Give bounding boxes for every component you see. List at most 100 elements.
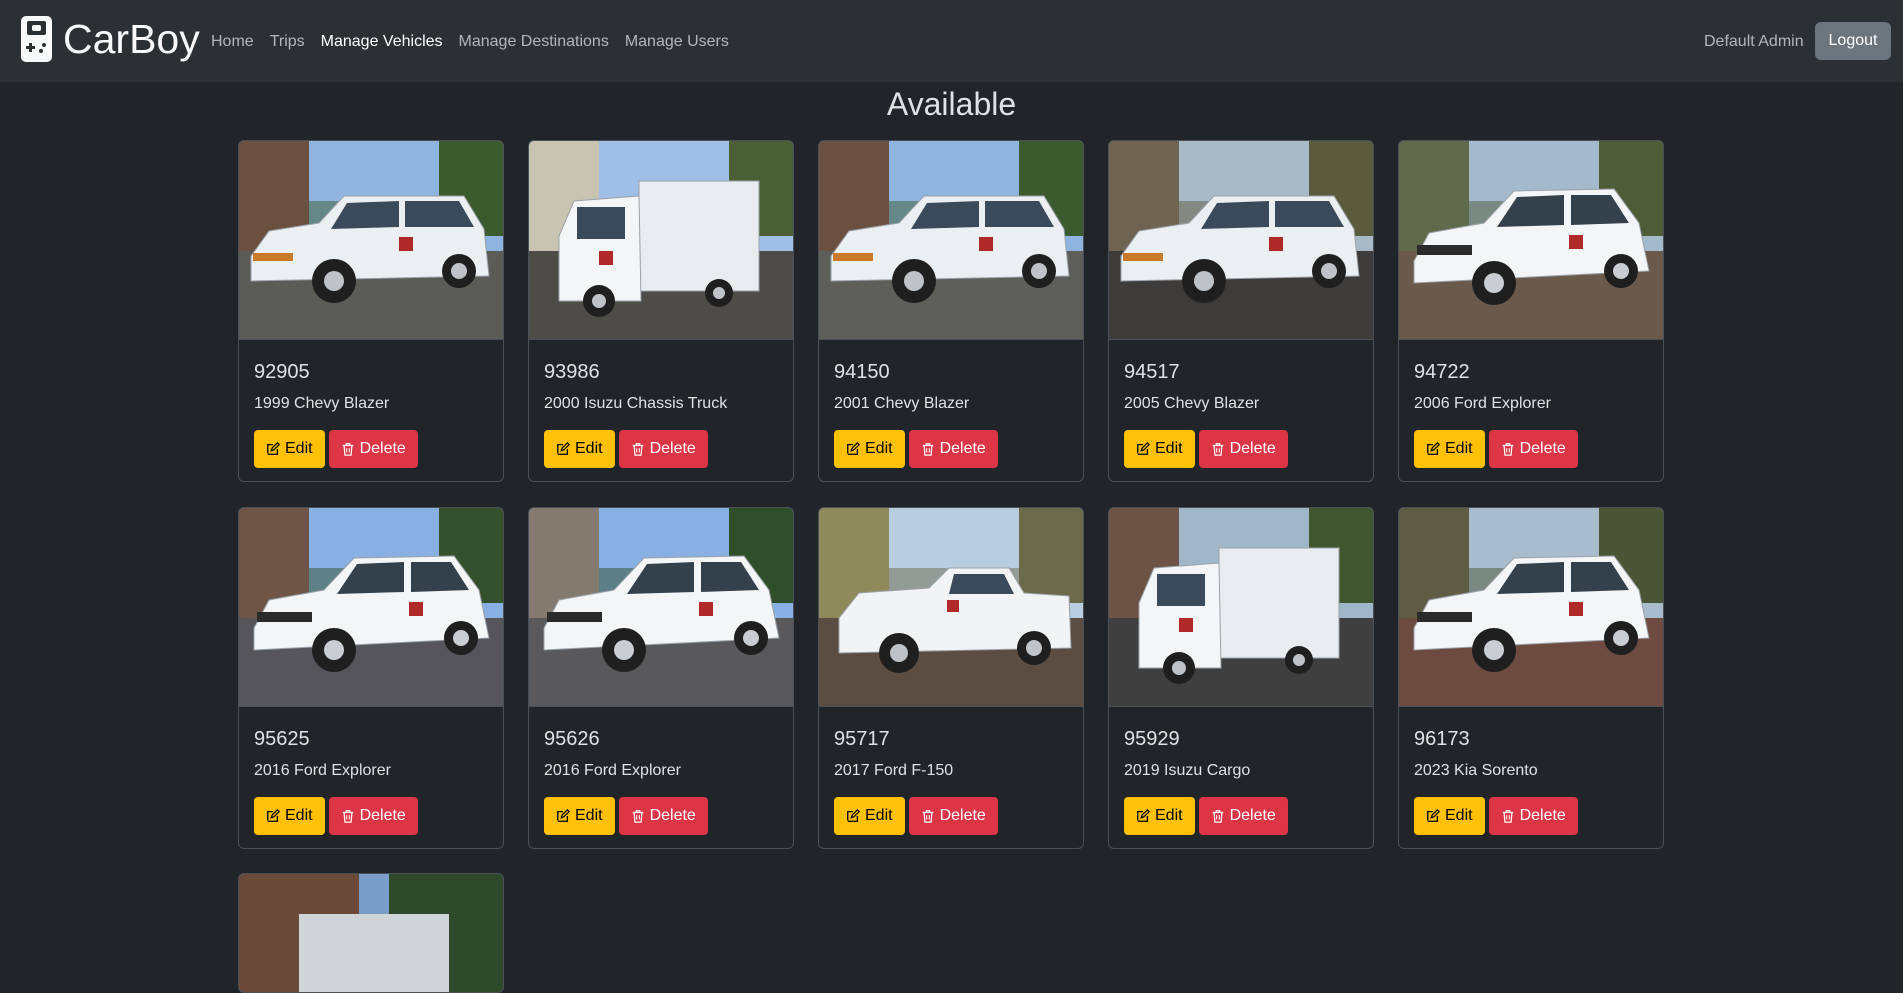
delete-button[interactable]: Delete (908, 796, 998, 835)
card-actions: Edit Delete (544, 796, 778, 835)
edit-label: Edit (1445, 439, 1473, 457)
vehicle-card: 94722 2006 Ford Explorer Edit Delete (1398, 140, 1664, 482)
trash-icon (632, 442, 643, 456)
nav-item-manage-destinations[interactable]: Manage Destinations (451, 31, 617, 53)
delete-label: Delete (1519, 806, 1566, 824)
card-actions: Edit Delete (1414, 796, 1648, 835)
vehicle-id: 95625 (254, 728, 310, 750)
edit-label: Edit (285, 439, 313, 457)
card-body: 93986 2000 Isuzu Chassis Truck Edit Delete (529, 340, 793, 468)
delete-label: Delete (1519, 439, 1566, 457)
edit-button[interactable]: Edit (254, 429, 325, 468)
vehicle-card (238, 873, 504, 993)
vehicle-photo (1399, 508, 1663, 707)
card-actions: Edit Delete (834, 429, 1068, 468)
vehicle-card: 95929 2019 Isuzu Cargo Edit Delete (1108, 507, 1374, 849)
delete-button[interactable]: Delete (1198, 796, 1288, 835)
card-body: 94517 2005 Chevy Blazer Edit Delete (1109, 340, 1373, 468)
edit-button[interactable]: Edit (1414, 796, 1485, 835)
vehicle-photo (1399, 141, 1663, 340)
delete-label: Delete (359, 439, 406, 457)
brand-link[interactable]: CarBoy (21, 14, 200, 64)
vehicle-model: 1999 Chevy Blazer (254, 395, 390, 412)
trash-icon (1212, 442, 1223, 456)
vehicle-card: 95626 2016 Ford Explorer Edit Delete (528, 507, 794, 849)
vehicle-id: 95626 (544, 728, 600, 750)
brand-name: CarBoy (63, 15, 200, 62)
logout-button[interactable]: Logout (1815, 22, 1891, 60)
vehicle-id: 94722 (1414, 361, 1470, 383)
trash-icon (922, 809, 933, 823)
vehicle-card: 96173 2023 Kia Sorento Edit Delete (1398, 507, 1664, 849)
card-body: 95626 2016 Ford Explorer Edit Delete (529, 707, 793, 835)
edit-button[interactable]: Edit (834, 429, 905, 468)
edit-icon (1137, 808, 1150, 822)
vehicle-model: 2023 Kia Sorento (1414, 762, 1538, 779)
vehicle-card: 93986 2000 Isuzu Chassis Truck Edit Delete (528, 140, 794, 482)
card-body: 96173 2023 Kia Sorento Edit Delete (1399, 707, 1663, 835)
delete-label: Delete (359, 806, 406, 824)
vehicle-model: 2006 Ford Explorer (1414, 395, 1551, 412)
trash-icon (1502, 809, 1513, 823)
delete-button[interactable]: Delete (328, 796, 418, 835)
vehicle-model: 2016 Ford Explorer (254, 762, 391, 779)
edit-label: Edit (575, 439, 603, 457)
delete-button[interactable]: Delete (1198, 429, 1288, 468)
vehicle-id: 94150 (834, 361, 890, 383)
delete-label: Delete (649, 439, 696, 457)
vehicle-id: 95717 (834, 728, 890, 750)
delete-label: Delete (649, 806, 696, 824)
edit-button[interactable]: Edit (1124, 429, 1195, 468)
card-body: 95717 2017 Ford F-150 Edit Delete (819, 707, 1083, 835)
vehicle-id: 94517 (1124, 361, 1180, 383)
nav-item-manage-users[interactable]: Manage Users (617, 31, 737, 53)
user-name: Default Admin (1704, 33, 1804, 50)
nav-item-trips[interactable]: Trips (262, 31, 313, 53)
edit-button[interactable]: Edit (1414, 429, 1485, 468)
vehicle-id: 95929 (1124, 728, 1180, 750)
delete-button[interactable]: Delete (618, 429, 708, 468)
vehicle-card: 94150 2001 Chevy Blazer Edit Delete (818, 140, 1084, 482)
vehicle-model: 2005 Chevy Blazer (1124, 395, 1260, 412)
edit-label: Edit (575, 806, 603, 824)
card-body: 95625 2016 Ford Explorer Edit Delete (239, 707, 503, 835)
nav-item-home[interactable]: Home (211, 31, 262, 53)
card-actions: Edit Delete (254, 796, 488, 835)
vehicle-photo (239, 141, 503, 340)
delete-button[interactable]: Delete (908, 429, 998, 468)
edit-button[interactable]: Edit (1124, 796, 1195, 835)
edit-icon (557, 441, 570, 455)
trash-icon (1502, 442, 1513, 456)
vehicle-photo (1109, 141, 1373, 340)
edit-button[interactable]: Edit (544, 429, 615, 468)
edit-icon (557, 808, 570, 822)
trash-icon (922, 442, 933, 456)
vehicle-card: 92905 1999 Chevy Blazer Edit Delete (238, 140, 504, 482)
card-body: 92905 1999 Chevy Blazer Edit Delete (239, 340, 503, 468)
delete-button[interactable]: Delete (328, 429, 418, 468)
vehicle-photo (239, 508, 503, 707)
trash-icon (1212, 809, 1223, 823)
delete-button[interactable]: Delete (1488, 429, 1578, 468)
vehicle-photo (529, 141, 793, 340)
edit-icon (1427, 808, 1440, 822)
edit-label: Edit (285, 806, 313, 824)
gameboy-car-icon (21, 16, 52, 62)
edit-icon (267, 808, 280, 822)
delete-button[interactable]: Delete (618, 796, 708, 835)
vehicle-id: 93986 (544, 361, 600, 383)
vehicle-grid: 92905 1999 Chevy Blazer Edit Delete 93986 200… (238, 140, 1666, 849)
delete-button[interactable]: Delete (1488, 796, 1578, 835)
edit-button[interactable]: Edit (544, 796, 615, 835)
trash-icon (342, 442, 353, 456)
edit-button[interactable]: Edit (834, 796, 905, 835)
edit-icon (267, 441, 280, 455)
card-actions: Edit Delete (1124, 796, 1358, 835)
edit-button[interactable]: Edit (254, 796, 325, 835)
edit-label: Edit (1445, 806, 1473, 824)
section-title: Available (886, 86, 1017, 122)
trash-icon (632, 809, 643, 823)
nav-item-manage-vehicles[interactable]: Manage Vehicles (313, 31, 451, 53)
vehicle-model: 2001 Chevy Blazer (834, 395, 970, 412)
delete-label: Delete (939, 806, 986, 824)
